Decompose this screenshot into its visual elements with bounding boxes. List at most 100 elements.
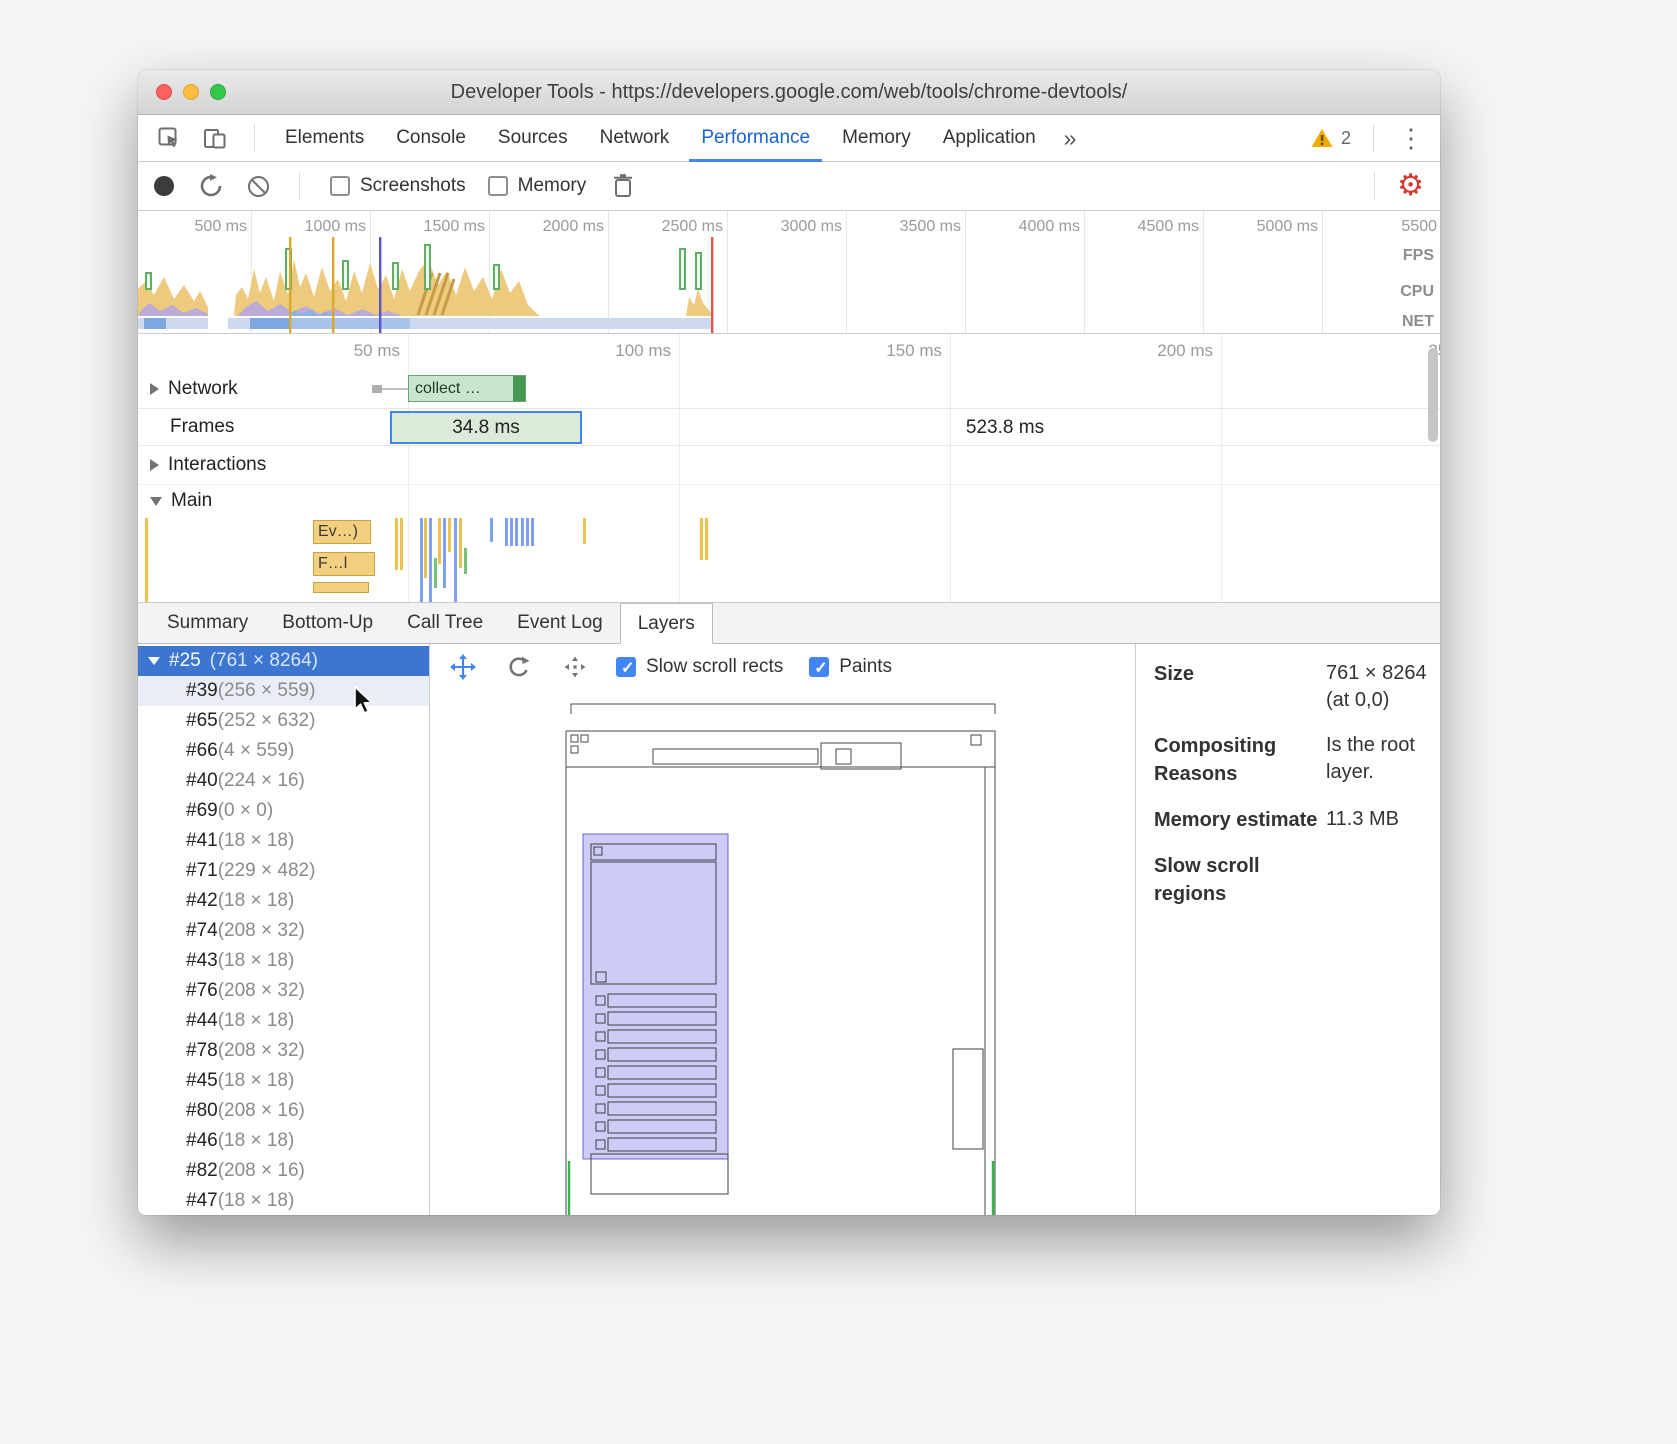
- flame-event[interactable]: [515, 518, 518, 546]
- layer-tree-item[interactable]: #47(18 × 18): [138, 1186, 429, 1215]
- console-warnings-button[interactable]: 2: [1304, 127, 1357, 149]
- flame-event[interactable]: [705, 518, 708, 560]
- frame-duration[interactable]: 523.8 ms: [935, 417, 1075, 439]
- selected-frame[interactable]: 34.8 ms: [390, 411, 582, 444]
- flame-event[interactable]: [145, 518, 148, 602]
- screenshots-label[interactable]: Screenshots: [360, 175, 466, 197]
- tab-bottom-up[interactable]: Bottom-Up: [265, 603, 390, 643]
- tab-call-tree[interactable]: Call Tree: [390, 603, 500, 643]
- layer-tree-item[interactable]: #66(4 × 559): [138, 736, 429, 766]
- flame-event[interactable]: [459, 518, 462, 568]
- flame-event-bar[interactable]: F…l: [313, 552, 375, 576]
- layer-tree-item[interactable]: #41(18 × 18): [138, 826, 429, 856]
- flame-event[interactable]: [395, 518, 398, 570]
- flame-event[interactable]: [700, 518, 703, 560]
- flame-event[interactable]: [531, 518, 534, 546]
- layer-tree-item[interactable]: #69(0 × 0): [138, 796, 429, 826]
- tab-sources[interactable]: Sources: [482, 115, 584, 161]
- layers-3d-canvas[interactable]: [430, 690, 1135, 1215]
- pan-mode-icon[interactable]: [448, 652, 478, 682]
- flame-event[interactable]: [424, 518, 427, 578]
- layer-tree-item[interactable]: #65(252 × 632): [138, 706, 429, 736]
- tab-elements[interactable]: Elements: [269, 115, 380, 161]
- collapsed-arrow-icon[interactable]: [150, 383, 159, 395]
- layer-tree-item[interactable]: #42(18 × 18): [138, 886, 429, 916]
- close-button[interactable]: [156, 84, 172, 100]
- kebab-menu-icon[interactable]: ⋮: [1390, 125, 1432, 151]
- timeline-overview[interactable]: 500 ms 1000 ms 1500 ms 2000 ms 2500 ms 3…: [138, 211, 1440, 334]
- layer-tree-item[interactable]: #39(256 × 559): [138, 676, 429, 706]
- main-track-header[interactable]: Main: [138, 484, 1440, 518]
- tab-application[interactable]: Application: [927, 115, 1052, 161]
- flame-event[interactable]: [454, 518, 457, 602]
- capture-settings-gear-icon[interactable]: ⚙: [1397, 171, 1424, 201]
- flame-event[interactable]: [464, 548, 467, 574]
- flame-event[interactable]: [438, 518, 441, 564]
- flame-event[interactable]: [420, 518, 423, 602]
- paints-label[interactable]: Paints: [839, 656, 892, 678]
- paints-checkbox[interactable]: [809, 657, 829, 677]
- tab-summary[interactable]: Summary: [150, 603, 265, 643]
- reset-transform-icon[interactable]: [560, 652, 590, 682]
- flame-event-bar[interactable]: [313, 582, 369, 593]
- trash-icon[interactable]: [608, 171, 638, 201]
- flame-event[interactable]: [448, 518, 451, 552]
- network-track[interactable]: Network collect …: [138, 370, 1440, 409]
- flame-event[interactable]: [400, 518, 403, 570]
- collapsed-arrow-icon[interactable]: [150, 459, 159, 471]
- flame-event[interactable]: [434, 558, 437, 588]
- inspect-element-icon[interactable]: [154, 123, 184, 153]
- tab-memory[interactable]: Memory: [826, 115, 927, 161]
- flame-event-bar[interactable]: Ev…): [313, 520, 371, 544]
- network-request-bar[interactable]: collect …: [408, 375, 526, 402]
- layer-tree-item[interactable]: #82(208 × 16): [138, 1156, 429, 1186]
- network-track-label[interactable]: Network: [150, 370, 238, 408]
- flame-event[interactable]: [505, 518, 508, 546]
- interactions-track-label[interactable]: Interactions: [150, 446, 266, 484]
- memory-checkbox[interactable]: [488, 176, 508, 196]
- vertical-scrollbar-thumb[interactable]: [1428, 348, 1438, 442]
- tab-console[interactable]: Console: [380, 115, 482, 161]
- tab-event-log[interactable]: Event Log: [500, 603, 620, 643]
- layer-tree-item[interactable]: #43(18 × 18): [138, 946, 429, 976]
- expanded-arrow-icon[interactable]: [150, 497, 162, 506]
- layer-tree-item[interactable]: #71(229 × 482): [138, 856, 429, 886]
- flame-event[interactable]: [510, 518, 513, 546]
- layer-tree-item[interactable]: #45(18 × 18): [138, 1066, 429, 1096]
- tab-layers[interactable]: Layers: [620, 603, 713, 644]
- more-tabs-chevron-icon[interactable]: »: [1052, 115, 1089, 161]
- flame-event[interactable]: [429, 518, 432, 602]
- slow-scroll-rects-checkbox[interactable]: [616, 657, 636, 677]
- screenshots-checkbox[interactable]: [330, 176, 350, 196]
- interactions-track[interactable]: Interactions: [138, 446, 1440, 485]
- fullscreen-button[interactable]: [210, 84, 226, 100]
- timeline-detail[interactable]: 50 ms 100 ms 150 ms 200 ms 250 ms Networ…: [138, 334, 1440, 602]
- record-button[interactable]: [154, 176, 174, 196]
- device-toolbar-icon[interactable]: [200, 123, 230, 153]
- tab-network[interactable]: Network: [584, 115, 686, 161]
- titlebar[interactable]: Developer Tools - https://developers.goo…: [138, 70, 1440, 115]
- tab-performance[interactable]: Performance: [685, 115, 826, 161]
- clear-recording-icon[interactable]: [248, 176, 269, 197]
- layer-tree-item[interactable]: #25(761 × 8264): [138, 646, 429, 676]
- rotate-mode-icon[interactable]: [504, 652, 534, 682]
- main-track-label[interactable]: Main: [150, 484, 212, 518]
- minimize-button[interactable]: [183, 84, 199, 100]
- layer-tree-item[interactable]: #44(18 × 18): [138, 1006, 429, 1036]
- flame-event[interactable]: [443, 518, 446, 588]
- layer-tree-item[interactable]: #46(18 × 18): [138, 1126, 429, 1156]
- layer-tree-item[interactable]: #78(208 × 32): [138, 1036, 429, 1066]
- expanded-arrow-icon[interactable]: [148, 657, 160, 665]
- flame-event[interactable]: [583, 518, 586, 544]
- layer-tree-item[interactable]: #40(224 × 16): [138, 766, 429, 796]
- flame-event[interactable]: [521, 518, 524, 546]
- layer-tree-item[interactable]: #74(208 × 32): [138, 916, 429, 946]
- flame-event[interactable]: [490, 518, 493, 542]
- layer-tree-item[interactable]: #76(208 × 32): [138, 976, 429, 1006]
- layer-tree-item[interactable]: #80(208 × 16): [138, 1096, 429, 1126]
- memory-label[interactable]: Memory: [518, 175, 587, 197]
- reload-and-profile-icon[interactable]: [196, 171, 226, 201]
- slow-scroll-rects-label[interactable]: Slow scroll rects: [646, 656, 783, 678]
- flame-event[interactable]: [526, 518, 529, 546]
- main-flame-chart[interactable]: Ev…) F…l: [138, 518, 1440, 602]
